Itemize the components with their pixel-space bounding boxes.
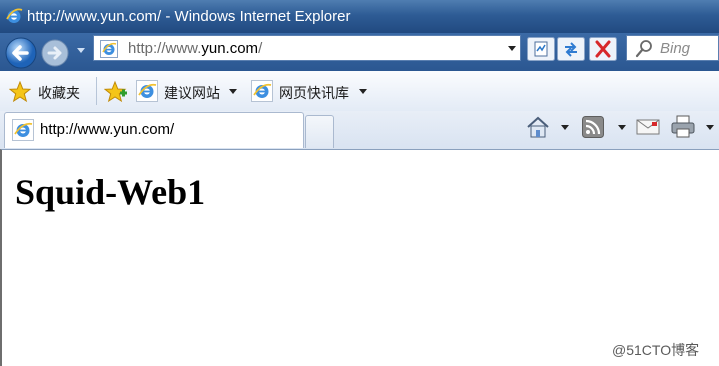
compatibility-view-icon[interactable] xyxy=(527,37,555,61)
home-icon[interactable] xyxy=(526,116,550,138)
feed-dropdown-icon[interactable] xyxy=(618,125,626,130)
ie-icon xyxy=(251,80,273,102)
add-to-favorites-icon[interactable] xyxy=(104,80,128,104)
address-dropdown-icon[interactable] xyxy=(508,46,516,51)
web-slice-gallery-link[interactable]: 网页快讯库 xyxy=(279,83,349,103)
window-title: http://www.yun.com/ - Windows Internet E… xyxy=(27,8,351,25)
address-url[interactable]: http://www.yun.com/ xyxy=(128,40,262,57)
web-slice-gallery-dropdown-icon[interactable] xyxy=(359,89,367,94)
stop-icon[interactable] xyxy=(589,37,617,61)
new-tab-button[interactable] xyxy=(305,115,334,148)
url-suffix: / xyxy=(258,40,263,57)
page-heading: Squid-Web1 xyxy=(15,172,206,212)
ie-icon xyxy=(12,119,34,141)
ie-icon xyxy=(100,40,118,58)
mail-icon[interactable] xyxy=(636,118,660,136)
suggested-sites-dropdown-icon[interactable] xyxy=(229,89,237,94)
suggested-sites-link[interactable]: 建议网站 xyxy=(164,83,220,103)
tab-label: http://www.yun.com/ xyxy=(40,121,175,138)
watermark: @51CTO博客 xyxy=(612,342,700,358)
favorites-star-icon[interactable] xyxy=(9,81,31,103)
print-dropdown-icon[interactable] xyxy=(706,125,714,130)
search-placeholder: Bing xyxy=(660,40,691,57)
favorites-button[interactable]: 收藏夹 xyxy=(38,83,80,103)
rss-feed-icon[interactable] xyxy=(582,116,604,138)
search-icon[interactable] xyxy=(634,39,654,59)
home-dropdown-icon[interactable] xyxy=(561,125,569,130)
url-domain: yun.com xyxy=(201,40,259,57)
separator xyxy=(96,77,97,105)
forward-icon[interactable] xyxy=(40,38,70,68)
back-icon[interactable] xyxy=(4,36,38,70)
refresh-icon[interactable] xyxy=(557,37,585,61)
print-icon[interactable] xyxy=(670,115,696,139)
ie-icon xyxy=(6,8,23,23)
ie-icon xyxy=(136,80,158,102)
url-prefix: http://www. xyxy=(128,40,202,57)
history-dropdown-icon[interactable] xyxy=(77,48,85,53)
